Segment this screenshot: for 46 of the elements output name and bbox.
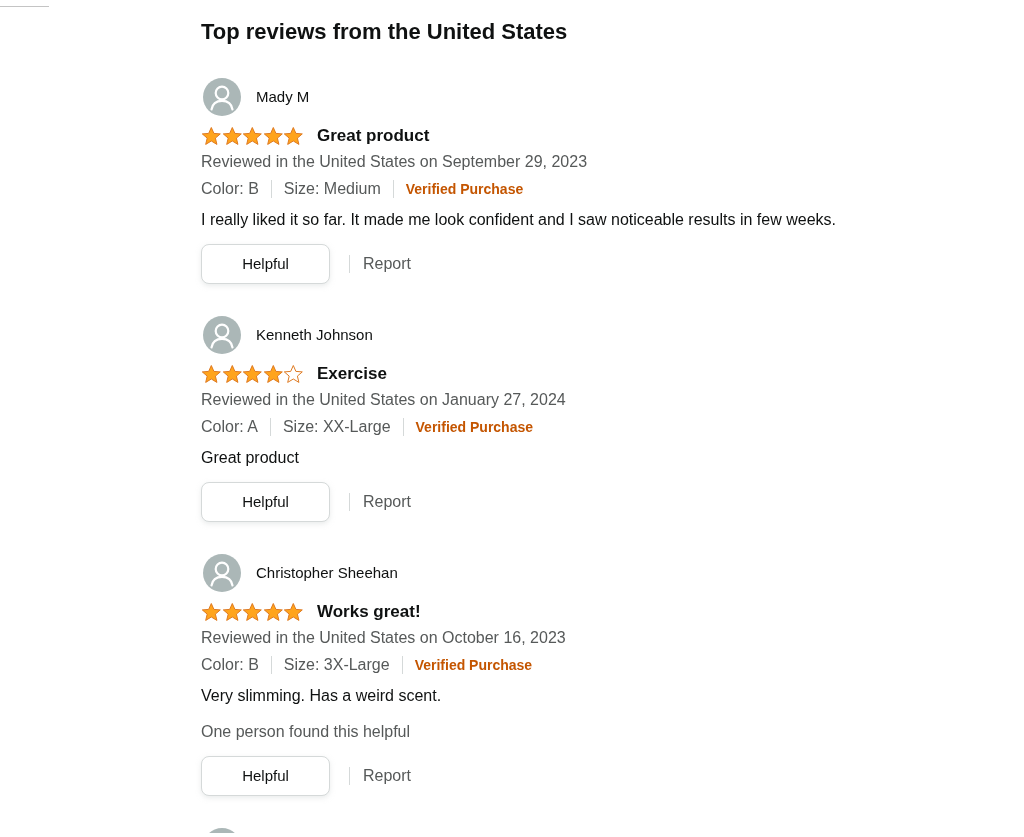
helpful-button[interactable]: Helpful bbox=[201, 244, 330, 284]
review-text: Very slimming. Has a weird scent. bbox=[201, 686, 443, 706]
helpful-count: One person found this helpful bbox=[201, 722, 412, 742]
star-icon bbox=[242, 126, 263, 146]
avatar-icon bbox=[203, 316, 241, 354]
report-link[interactable]: Report bbox=[363, 766, 412, 786]
star-icon bbox=[201, 126, 222, 146]
star-icon bbox=[201, 364, 222, 384]
star-icon bbox=[242, 364, 263, 384]
reviewer-name: Christopher Sheehan bbox=[256, 563, 398, 583]
review-date: Reviewed in the United States on September 29, 2023 bbox=[201, 152, 589, 172]
star-icon bbox=[221, 364, 243, 384]
star-icon bbox=[221, 126, 243, 146]
star-icon bbox=[262, 126, 284, 146]
review-date: Reviewed in the United States on January 27, 2024 bbox=[201, 390, 567, 410]
reviewer-name: Mady M bbox=[256, 87, 310, 107]
reviewer-name: Kenneth Johnson bbox=[256, 325, 373, 345]
report-link[interactable]: Report bbox=[363, 492, 412, 512]
verified-purchase-label: Verified Purchase bbox=[414, 655, 533, 675]
variant-label: Size: Medium bbox=[283, 179, 381, 199]
star-icon bbox=[283, 126, 304, 146]
star-icon bbox=[283, 602, 304, 622]
star-icon bbox=[242, 602, 263, 622]
avatar-icon bbox=[203, 554, 241, 592]
report-link[interactable]: Report bbox=[363, 254, 412, 274]
review-date: Reviewed in the United States on October 16, 2023 bbox=[201, 628, 567, 648]
review-title: Great product bbox=[316, 125, 430, 147]
verified-purchase-label: Verified Purchase bbox=[405, 179, 524, 199]
avatar-icon bbox=[203, 78, 241, 116]
star-icon bbox=[262, 602, 284, 622]
variant-label: Color: B bbox=[201, 179, 259, 199]
review-title: Works great! bbox=[316, 601, 421, 623]
review-title: Exercise bbox=[316, 363, 387, 385]
helpful-button[interactable]: Helpful bbox=[201, 756, 330, 796]
variant-label: Color: A bbox=[201, 417, 258, 437]
star-icon bbox=[221, 602, 243, 622]
section-heading: Top reviews from the United States bbox=[201, 18, 569, 46]
verified-purchase-label: Verified Purchase bbox=[415, 417, 534, 437]
variant-label: Size: 3X-Large bbox=[283, 655, 390, 675]
helpful-button[interactable]: Helpful bbox=[201, 482, 330, 522]
review-text: Great product bbox=[201, 448, 300, 468]
review-text: I really liked it so far. It made me look confident and I saw noticeable results in few weeks. bbox=[201, 210, 837, 230]
star-icon bbox=[201, 602, 222, 622]
variant-label: Color: B bbox=[201, 655, 259, 675]
star-icon bbox=[262, 364, 284, 384]
variant-label: Size: XX-Large bbox=[282, 417, 391, 437]
